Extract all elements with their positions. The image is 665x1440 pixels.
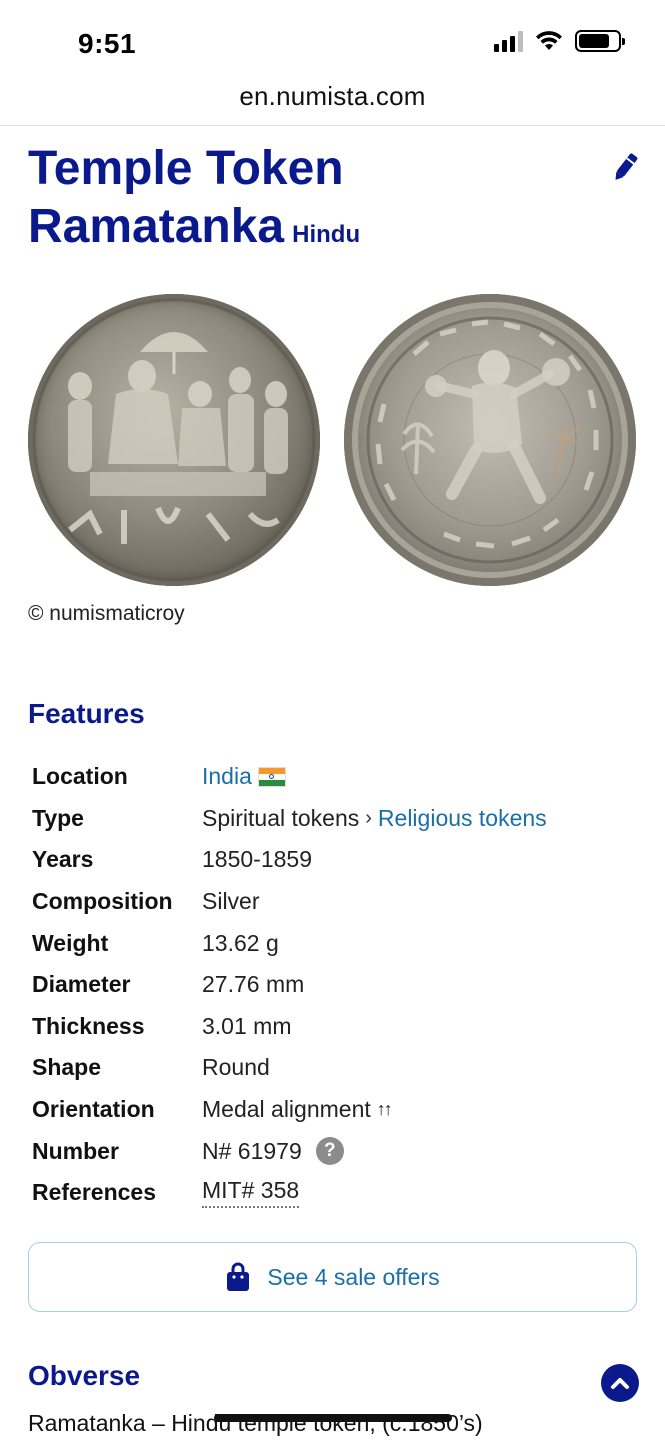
type-category: Spiritual tokens: [202, 804, 360, 831]
battery-icon: [575, 30, 625, 52]
feature-row-number: Number N# 61979 ?: [32, 1130, 632, 1172]
address-bar[interactable]: en.numista.com: [0, 70, 665, 126]
feature-row-orientation: Orientation Medal alignment ↑↑: [32, 1089, 632, 1131]
feature-label: Number: [32, 1137, 119, 1164]
feature-row-shape: Shape Round: [32, 1047, 632, 1089]
feature-label: Years: [32, 846, 94, 873]
feature-label: Diameter: [32, 971, 131, 998]
reference-value[interactable]: MIT# 358: [202, 1177, 300, 1209]
sale-offers-label: See 4 sale offers: [267, 1263, 440, 1290]
wifi-icon: [536, 31, 562, 50]
feature-row-type: Type Spiritual tokens › Religious tokens: [32, 798, 632, 840]
signal-icon: [494, 30, 523, 52]
features-heading: Features: [28, 698, 145, 729]
feature-value: 13.62 g: [202, 929, 279, 956]
edit-pen-icon[interactable]: [611, 150, 639, 184]
status-bar: 9:51: [0, 0, 665, 70]
feature-label: Location: [32, 763, 128, 790]
feature-row-references: References MIT# 358: [32, 1172, 632, 1214]
number-value: N# 61979: [202, 1137, 302, 1164]
feature-row-weight: Weight 13.62 g: [32, 922, 632, 964]
orientation-value: Medal alignment: [202, 1096, 371, 1123]
feature-value: 27.76 mm: [202, 971, 305, 998]
scroll-top-button[interactable]: [601, 1364, 639, 1402]
feature-row-years: Years 1850-1859: [32, 839, 632, 881]
feature-value: 3.01 mm: [202, 1012, 292, 1039]
image-credit: © numismaticroy: [28, 602, 185, 625]
type-subcategory-link[interactable]: Religious tokens: [378, 805, 547, 832]
feature-label: Type: [32, 804, 84, 831]
feature-label: Thickness: [32, 1012, 145, 1039]
feature-value: India: [202, 763, 286, 790]
title-line-2: Ramatanka: [28, 200, 285, 253]
feature-row-thickness: Thickness 3.01 mm: [32, 1006, 632, 1048]
feature-row-composition: Composition Silver: [32, 881, 632, 923]
feature-label: References: [32, 1179, 157, 1206]
feature-value: Spiritual tokens › Religious tokens: [202, 805, 547, 832]
feature-value: Silver: [202, 888, 260, 915]
feature-value: Medal alignment ↑↑: [202, 1096, 393, 1123]
feature-row-location: Location India: [32, 756, 632, 798]
feature-value: Round: [202, 1054, 270, 1081]
obverse-heading: Obverse: [28, 1360, 141, 1391]
scroll-top-icon: [611, 1378, 629, 1389]
title-subtitle: Hindu: [292, 221, 361, 248]
features-table: Location India Type Spiritual tokens › R…: [32, 756, 632, 1214]
status-time: 9:51: [78, 28, 137, 59]
feature-label: Shape: [32, 1054, 102, 1081]
orientation-arrows-icon: ↑↑: [376, 1099, 393, 1120]
india-flag-icon: [257, 766, 286, 787]
chevron-right-icon: ›: [365, 806, 372, 829]
help-icon[interactable]: ?: [315, 1137, 344, 1166]
status-icons: [494, 30, 625, 52]
feature-value: 1850-1859: [202, 846, 312, 873]
feature-label: Orientation: [32, 1096, 155, 1123]
reverse-coin-image[interactable]: [344, 294, 636, 586]
feature-label: Weight: [32, 929, 109, 956]
page-title: Temple Token Ramatanka Hindu: [28, 140, 588, 264]
feature-value: N# 61979 ?: [202, 1137, 344, 1166]
location-link[interactable]: India: [202, 763, 252, 790]
feature-value: MIT# 358: [202, 1177, 300, 1209]
url-text: en.numista.com: [239, 81, 426, 111]
feature-row-diameter: Diameter 27.76 mm: [32, 964, 632, 1006]
home-indicator[interactable]: [214, 1414, 452, 1422]
shopping-bag-icon: [227, 1262, 250, 1291]
coin-images: [26, 294, 638, 586]
feature-label: Composition: [32, 888, 173, 915]
obverse-coin-image[interactable]: [28, 294, 320, 586]
title-line-2-wrap: Ramatanka Hindu: [28, 198, 588, 264]
title-line-1: Temple Token: [28, 142, 344, 195]
sale-offers-button[interactable]: See 4 sale offers: [28, 1242, 637, 1312]
